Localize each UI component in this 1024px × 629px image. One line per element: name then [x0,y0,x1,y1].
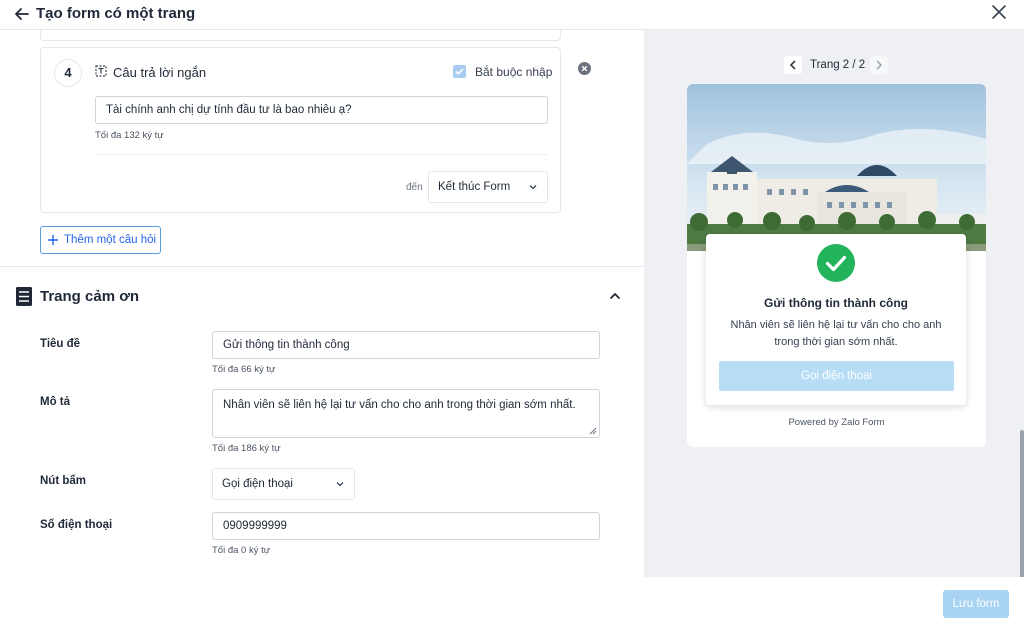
success-check-icon [817,244,855,282]
goto-select-value: Kết thúc Form [438,181,511,193]
question-char-limit: Tối đa 132 ký tự [95,130,164,141]
chevron-up-icon[interactable] [608,289,622,303]
form-preview: Gửi thông tin thành công Nhân viên sẽ li… [687,84,986,447]
thank-you-section-title: Trang cảm ơn [40,288,140,305]
question-number: 4 [54,59,82,87]
powered-by-label: Powered by Zalo Form [788,417,885,428]
phone-label: Số điện thoại [40,519,113,531]
section-divider [0,266,644,267]
page-title: Tạo form có một trang [36,5,196,22]
remove-question-icon[interactable] [578,62,591,75]
button-type-value: Gọi điện thoại [222,478,293,490]
check-icon [455,68,464,76]
previous-page-button[interactable] [784,56,802,74]
short-answer-icon [95,65,107,77]
document-icon [16,287,32,306]
required-checkbox[interactable] [453,65,466,78]
button-type-select[interactable]: Gọi điện thoại [212,468,355,500]
next-page-button[interactable] [870,56,888,74]
previous-question-card [40,30,561,41]
top-bar: Tạo form có một trang [0,0,1024,30]
title-label: Tiêu đề [40,338,81,350]
preview-card-title: Gửi thông tin thành công [764,296,908,310]
resize-handle-icon[interactable] [589,427,597,435]
description-char-limit: Tối đa 186 ký tự [212,443,281,454]
editor-panel: 4 Câu trả lời ngắn Bắt buộc nhập Tài chí… [0,30,644,577]
description-label: Mô tả [40,396,71,408]
chevron-left-icon [789,60,796,70]
title-input[interactable]: Gửi thông tin thành công [212,331,600,359]
building-cover-image [687,84,986,251]
thank-you-card: Gửi thông tin thành công Nhân viên sẽ li… [706,234,966,405]
preview-panel: Trang 2 / 2 Gửi thông tin thành công Nhâ… [644,30,1024,580]
phone-char-limit: Tối đa 0 ký tự [212,545,271,556]
add-question-button[interactable]: Thêm một câu hỏi [40,226,161,254]
page-indicator: Trang 2 / 2 [810,59,866,71]
description-textarea[interactable]: Nhân viên sẽ liên hệ lại tư vấn cho cho … [212,389,600,438]
question-type-label: Câu trả lời ngắn [113,65,207,80]
preview-card-description: Nhân viên sẽ liên hệ lại tư vấn cho cho … [730,319,942,348]
plus-icon [48,235,58,245]
chevron-right-icon [876,60,883,70]
save-form-button[interactable]: Lưu form [943,590,1009,618]
phone-input[interactable]: 0909999999 [212,512,600,540]
preview-scrollbar[interactable] [1020,430,1024,580]
preview-call-button[interactable]: Gọi điện thoại [719,361,954,391]
required-label: Bắt buộc nhập [475,65,553,79]
goto-label: đến [406,182,423,193]
back-arrow-icon[interactable] [13,5,31,23]
goto-select[interactable]: Kết thúc Form [428,171,548,203]
title-char-limit: Tối đa 66 ký tự [212,364,276,375]
button-label: Nút bấm [40,475,86,487]
add-question-label: Thêm một câu hỏi [64,234,157,246]
footer-bar: Lưu form [0,577,1024,629]
divider [95,154,548,155]
chevron-down-icon [529,185,537,190]
description-text: Nhân viên sẽ liên hệ lại tư vấn cho cho … [223,399,576,411]
chevron-down-icon [336,482,344,487]
question-card: 4 Câu trả lời ngắn Bắt buộc nhập Tài chí… [40,47,561,213]
question-text-input[interactable]: Tài chính anh chị dự tính đầu tư là bao … [95,96,548,124]
close-icon[interactable] [990,3,1008,21]
